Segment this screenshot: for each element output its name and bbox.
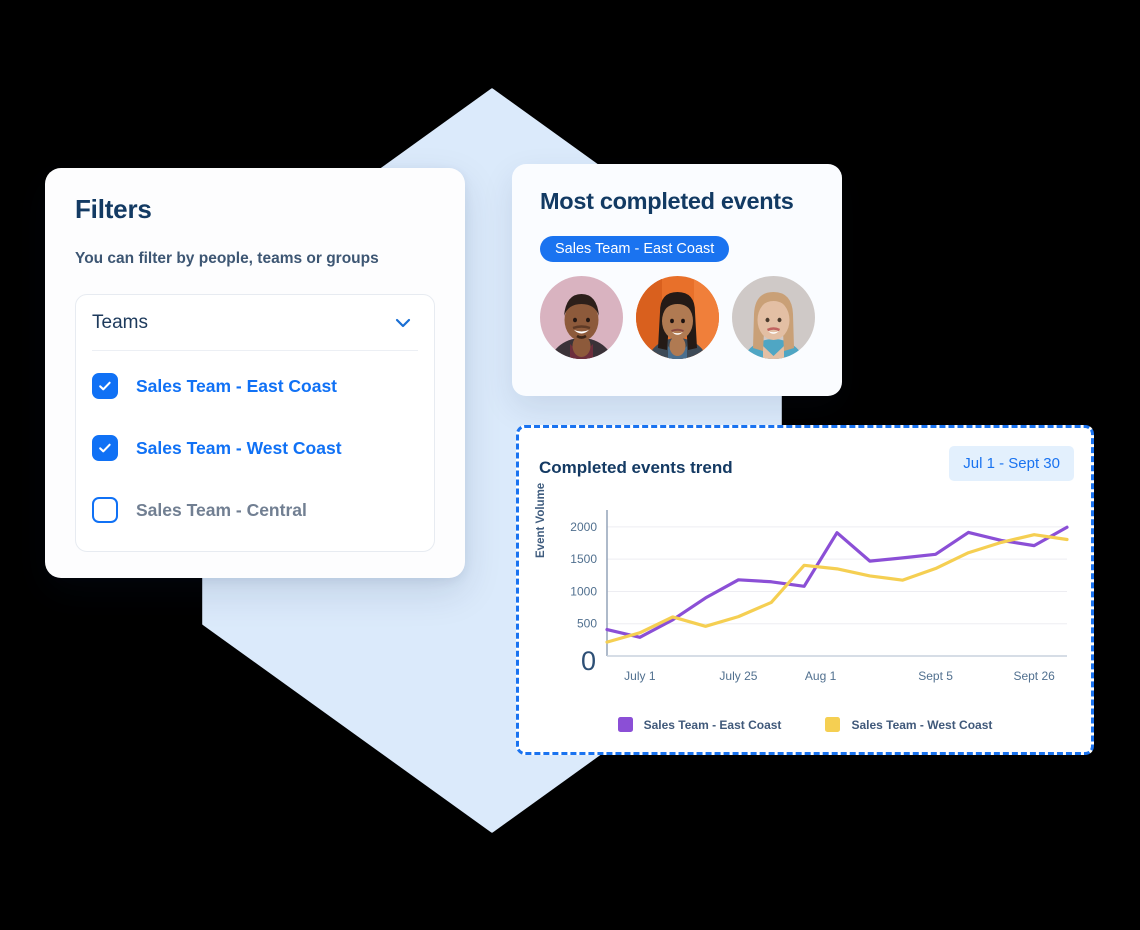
series-line — [605, 533, 1069, 644]
y-tick-label: 1500 — [570, 552, 597, 566]
avatar-group — [540, 276, 815, 359]
teams-dropdown-label: Teams — [92, 311, 148, 333]
x-tick-label: Sept 26 — [1013, 669, 1055, 683]
most-completed-events-card: Most completed events Sales Team - East … — [512, 164, 842, 396]
checkbox-central[interactable] — [92, 497, 118, 523]
chart-legend: Sales Team - East Coast Sales Team - Wes… — [519, 717, 1091, 732]
teams-dropdown[interactable]: Teams — [92, 295, 418, 351]
avatar-person-3 — [732, 276, 815, 359]
teams-filter-group: Teams Sales Team - East Coast Sales Team… — [75, 294, 435, 552]
x-tick-label: Aug 1 — [805, 669, 837, 683]
checkbox-label-east-coast: Sales Team - East Coast — [136, 375, 338, 396]
y-tick-label: 1000 — [570, 584, 597, 598]
line-chart-svg: 500 1000 1500 2000 July 1 July 25 Aug 1 Sept 5 S… — [570, 510, 1069, 683]
legend-label-east-coast: Sales Team - East Coast — [643, 717, 782, 732]
avatar-person-2 — [636, 276, 719, 359]
y-axis-label: Event Volume — [535, 482, 547, 558]
events-card-title: Most completed events — [540, 188, 794, 214]
legend-swatch-east-coast — [617, 717, 633, 732]
date-range-badge[interactable]: Jul 1 - Sept 30 — [949, 446, 1074, 481]
chart-plot-area: Event Volume 0 500 1000 1500 2000 July 1 July… — [519, 483, 1097, 701]
filters-subtitle: You can filter by people, teams or group… — [75, 250, 379, 267]
y-tick-label: 2000 — [570, 520, 597, 534]
axis-origin-label: 0 — [581, 646, 597, 676]
x-tick-label: Sept 5 — [918, 669, 953, 683]
legend-swatch-west-coast — [825, 717, 841, 732]
checkbox-row-east-coast[interactable]: Sales Team - East Coast — [76, 355, 434, 417]
legend-item-east-coast[interactable]: Sales Team - East Coast — [617, 717, 782, 732]
page-title: Filters — [75, 194, 152, 224]
x-tick-label: July 25 — [719, 669, 757, 683]
chevron-down-icon[interactable] — [392, 312, 414, 334]
checkbox-row-west-coast[interactable]: Sales Team - West Coast — [76, 417, 434, 479]
avatar-person-1 — [540, 276, 623, 359]
checkbox-west-coast[interactable] — [92, 435, 118, 461]
completed-events-trend-card: Completed events trend Jul 1 - Sept 30 E… — [516, 425, 1094, 755]
legend-item-west-coast[interactable]: Sales Team - West Coast — [825, 717, 992, 732]
checkbox-east-coast[interactable] — [92, 373, 118, 399]
checkbox-label-central: Sales Team - Central — [136, 499, 307, 520]
x-tick-label: July 1 — [624, 669, 656, 683]
filters-card: Filters You can filter by people, teams … — [45, 168, 465, 578]
legend-label-west-coast: Sales Team - West Coast — [851, 717, 993, 732]
screenshot-root: Filters You can filter by people, teams … — [0, 0, 1140, 930]
chart-title: Completed events trend — [539, 458, 733, 477]
status-badge-team[interactable]: Sales Team - East Coast — [540, 236, 730, 262]
y-tick-label: 500 — [577, 617, 597, 631]
checkbox-row-central[interactable]: Sales Team - Central — [76, 479, 434, 541]
checkbox-label-west-coast: Sales Team - West Coast — [136, 437, 342, 458]
